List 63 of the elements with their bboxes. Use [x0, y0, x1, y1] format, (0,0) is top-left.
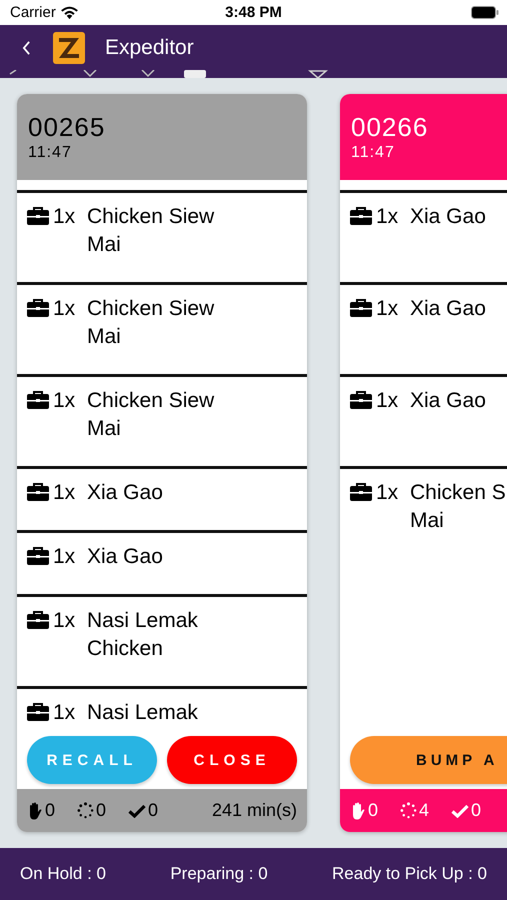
- briefcase-icon: [27, 483, 49, 501]
- briefcase-icon: [27, 391, 49, 409]
- summary-label: On Hold : 0: [20, 864, 106, 884]
- item-name: Chicken Siew Mai: [87, 296, 216, 350]
- carrier-label: Carrier: [10, 4, 56, 21]
- recall-button[interactable]: RECALL: [27, 736, 157, 784]
- elapsed-time: 241 min(s): [212, 800, 297, 821]
- item-name: Chicken Siew Mai: [87, 204, 216, 258]
- check-icon: [451, 804, 470, 818]
- item-quantity: 1x: [376, 480, 400, 506]
- item-name: Chicken S Mai: [410, 480, 507, 534]
- item-name: Nasi Lemak Chicken: [87, 608, 199, 662]
- ready-count: 0: [148, 800, 158, 821]
- battery-icon: [471, 6, 499, 19]
- item-name: Xia Gao: [410, 204, 487, 230]
- logo-icon: [53, 32, 85, 64]
- item-quantity: 1x: [53, 480, 76, 506]
- on-hold-count: 0: [368, 800, 378, 821]
- item-name: Nasi Lemak: [87, 700, 199, 726]
- item-name: Xia Gao: [87, 544, 164, 570]
- preparing-count: 4: [419, 800, 430, 821]
- order-number: 00265: [28, 112, 106, 142]
- check-icon: [128, 804, 146, 818]
- ready-count: 0: [471, 800, 482, 821]
- item-quantity: 1x: [53, 388, 76, 414]
- briefcase-icon: [350, 391, 372, 409]
- order-time: 11:47: [28, 144, 73, 162]
- spinner-icon: [400, 802, 418, 819]
- hand-icon: [27, 802, 43, 820]
- order-time: 11:47: [351, 144, 396, 162]
- order-number: 00266: [351, 112, 430, 142]
- briefcase-icon: [27, 299, 49, 317]
- item-quantity: 1x: [376, 296, 400, 322]
- briefcase-icon: [350, 483, 372, 501]
- item-quantity: 1x: [53, 608, 76, 634]
- screen-title: Expeditor: [105, 36, 194, 60]
- item-name: Chicken Siew Mai: [87, 388, 216, 442]
- briefcase-icon: [27, 547, 49, 565]
- bump-button[interactable]: BUMP A: [350, 736, 507, 784]
- summary-label: Preparing : 0: [170, 864, 268, 884]
- briefcase-icon: [350, 299, 372, 317]
- summary-label: Ready to Pick Up : 0: [332, 864, 487, 884]
- item-quantity: 1x: [53, 204, 76, 230]
- item-quantity: 1x: [53, 544, 76, 570]
- back-icon[interactable]: [22, 40, 31, 54]
- on-hold-count: 0: [45, 800, 56, 821]
- preparing-count: 0: [96, 800, 106, 821]
- item-quantity: 1x: [376, 388, 400, 414]
- briefcase-icon: [27, 207, 49, 225]
- briefcase-icon: [27, 611, 49, 629]
- hand-icon: [350, 802, 366, 820]
- wifi-icon: [60, 6, 79, 20]
- item-quantity: 1x: [53, 296, 76, 322]
- status-time: 3:48 PM: [225, 4, 282, 21]
- item-quantity: 1x: [53, 700, 76, 726]
- briefcase-icon: [350, 207, 372, 225]
- close-button[interactable]: CLOSE: [167, 736, 297, 784]
- item-name: Xia Gao: [410, 296, 487, 322]
- item-name: Xia Gao: [87, 480, 164, 506]
- spinner-icon: [77, 802, 94, 819]
- item-quantity: 1x: [376, 204, 400, 230]
- briefcase-icon: [27, 703, 49, 721]
- item-name: Xia Gao: [410, 388, 487, 414]
